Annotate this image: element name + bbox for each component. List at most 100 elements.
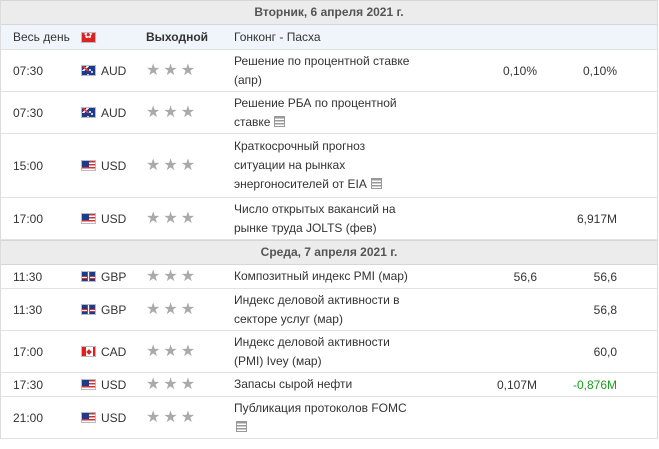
- actual-cell: 56,6: [513, 269, 537, 284]
- hk-flag-icon: [81, 31, 96, 43]
- previous-cell: 56,8: [593, 302, 617, 317]
- star-icon: ★: [146, 209, 161, 227]
- time-cell: 11:30: [13, 302, 43, 317]
- time-cell: 17:00: [13, 211, 44, 226]
- ca-flag-icon: [81, 346, 96, 357]
- currency-cell: USD: [101, 211, 127, 226]
- us-flag-icon: [81, 213, 96, 224]
- time-cell: 15:00: [13, 158, 44, 173]
- importance-stars: ★ ★ ★: [146, 209, 196, 227]
- importance-stars: ★ ★ ★: [146, 103, 196, 121]
- currency-cell: GBP: [101, 269, 127, 284]
- previous-cell: -0,876M: [572, 377, 617, 392]
- star-icon: ★: [180, 267, 196, 285]
- time-cell: 11:30: [13, 269, 43, 284]
- event-link[interactable]: Публикация протоколов FOMC: [234, 399, 407, 437]
- au-flag-icon: [81, 107, 96, 118]
- importance-stars: ★ ★ ★: [146, 375, 196, 393]
- star-icon: ★: [146, 267, 161, 285]
- star-icon: ★: [163, 342, 178, 360]
- star-icon: ★: [163, 61, 178, 79]
- event-link[interactable]: Индекс деловой активности в секторе услу…: [234, 291, 409, 329]
- time-cell: 17:30: [13, 377, 44, 392]
- star-icon: ★: [180, 209, 196, 227]
- document-icon[interactable]: [236, 420, 247, 432]
- us-flag-icon: [81, 379, 96, 390]
- currency-cell: CAD: [101, 344, 127, 359]
- star-icon: ★: [146, 300, 161, 318]
- star-icon: ★: [163, 267, 178, 285]
- document-icon[interactable]: [370, 178, 382, 189]
- star-icon: ★: [163, 408, 178, 426]
- star-icon: ★: [180, 300, 196, 318]
- time-cell: 07:30: [13, 63, 44, 78]
- star-icon: ★: [146, 375, 161, 393]
- economic-calendar-table: Вторник, 6 апреля 2021 г. Весь день Выхо…: [0, 0, 658, 439]
- star-icon: ★: [163, 375, 178, 393]
- event-row[interactable]: 17:00 CAD ★ ★ ★ Индекс деловой активности …: [1, 331, 657, 373]
- star-icon: ★: [180, 156, 196, 174]
- event-row[interactable]: 15:00 USD ★ ★ ★ Краткосрочный прогноз ситу…: [1, 134, 657, 198]
- holiday-event: Гонконг - Пасха: [234, 29, 321, 44]
- previous-cell: 6,917M: [576, 211, 617, 226]
- us-flag-icon: [81, 160, 96, 171]
- currency-cell: USD: [101, 158, 127, 173]
- currency-cell: AUD: [101, 105, 127, 120]
- time-cell: Весь день: [13, 30, 70, 44]
- document-icon[interactable]: [274, 115, 286, 127]
- star-icon: ★: [163, 156, 178, 174]
- star-icon: ★: [146, 61, 161, 79]
- event-row[interactable]: 07:30 AUD ★ ★ ★ Решение РБА по процентной …: [1, 92, 657, 134]
- event-link[interactable]: Число открытых вакансий на рынке труда J…: [234, 200, 409, 238]
- currency-cell: USD: [101, 377, 127, 392]
- previous-cell: 60,0: [593, 344, 617, 359]
- actual-cell: 0,10%: [502, 63, 537, 78]
- au-flag-icon: [81, 65, 96, 76]
- event-link[interactable]: Решение РБА по процентной ставке: [234, 94, 434, 132]
- currency-cell: USD: [101, 410, 127, 425]
- star-icon: ★: [146, 103, 161, 121]
- previous-cell: 0,10%: [582, 63, 617, 78]
- gb-flag-icon: [81, 271, 96, 282]
- time-cell: 07:30: [13, 105, 44, 120]
- event-link[interactable]: Решение по процентной ставке (апр): [234, 52, 434, 90]
- importance-stars: ★ ★ ★: [146, 267, 196, 285]
- event-row[interactable]: 11:30 GBP ★ ★ ★ Индекс деловой активности …: [1, 289, 657, 331]
- star-icon: ★: [146, 342, 161, 360]
- day-header: Среда, 7 апреля 2021 г.: [1, 240, 657, 265]
- event-link[interactable]: Композитный индекс PMI (мар): [234, 267, 408, 286]
- importance-stars: ★ ★ ★: [146, 408, 196, 426]
- currency-cell: AUD: [101, 63, 127, 78]
- star-icon: ★: [180, 103, 196, 121]
- event-row[interactable]: 17:30 USD ★ ★ ★ Запасы сырой нефти 0,107M …: [1, 373, 657, 397]
- importance-stars: ★ ★ ★: [146, 156, 196, 174]
- event-link[interactable]: Индекс деловой активности (PMI) Ivey (ма…: [234, 333, 404, 371]
- star-icon: ★: [163, 300, 178, 318]
- actual-cell: 0,107M: [496, 377, 537, 392]
- event-row[interactable]: 07:30 AUD ★ ★ ★ Решение по процентной став…: [1, 50, 657, 92]
- us-flag-icon: [81, 412, 96, 423]
- time-cell: 17:00: [13, 344, 44, 359]
- importance-stars: ★ ★ ★: [146, 342, 196, 360]
- star-icon: ★: [180, 61, 196, 79]
- holiday-row: Весь день Выходной Гонконг - Пасха: [1, 25, 657, 50]
- time-cell: 21:00: [13, 410, 44, 425]
- star-icon: ★: [163, 209, 178, 227]
- event-row[interactable]: 21:00 USD ★ ★ ★ Публикация протоколов FOMC: [1, 397, 657, 439]
- gb-flag-icon: [81, 304, 96, 315]
- event-row[interactable]: 11:30 GBP ★ ★ ★ Композитный индекс PMI (ма…: [1, 265, 657, 289]
- star-icon: ★: [180, 408, 196, 426]
- star-icon: ★: [180, 375, 196, 393]
- currency-cell: GBP: [101, 302, 127, 317]
- event-link[interactable]: Краткосрочный прогноз ситуации на рынках…: [234, 137, 394, 194]
- importance-stars: ★ ★ ★: [146, 300, 196, 318]
- star-icon: ★: [163, 103, 178, 121]
- holiday-label: Выходной: [146, 30, 209, 44]
- importance-stars: ★ ★ ★: [146, 61, 196, 79]
- event-link[interactable]: Запасы сырой нефти: [234, 375, 352, 394]
- previous-cell: 56,6: [593, 269, 617, 284]
- star-icon: ★: [180, 342, 196, 360]
- star-icon: ★: [146, 408, 161, 426]
- event-row[interactable]: 17:00 USD ★ ★ ★ Число открытых вакансий на…: [1, 198, 657, 240]
- day-header: Вторник, 6 апреля 2021 г.: [1, 0, 657, 25]
